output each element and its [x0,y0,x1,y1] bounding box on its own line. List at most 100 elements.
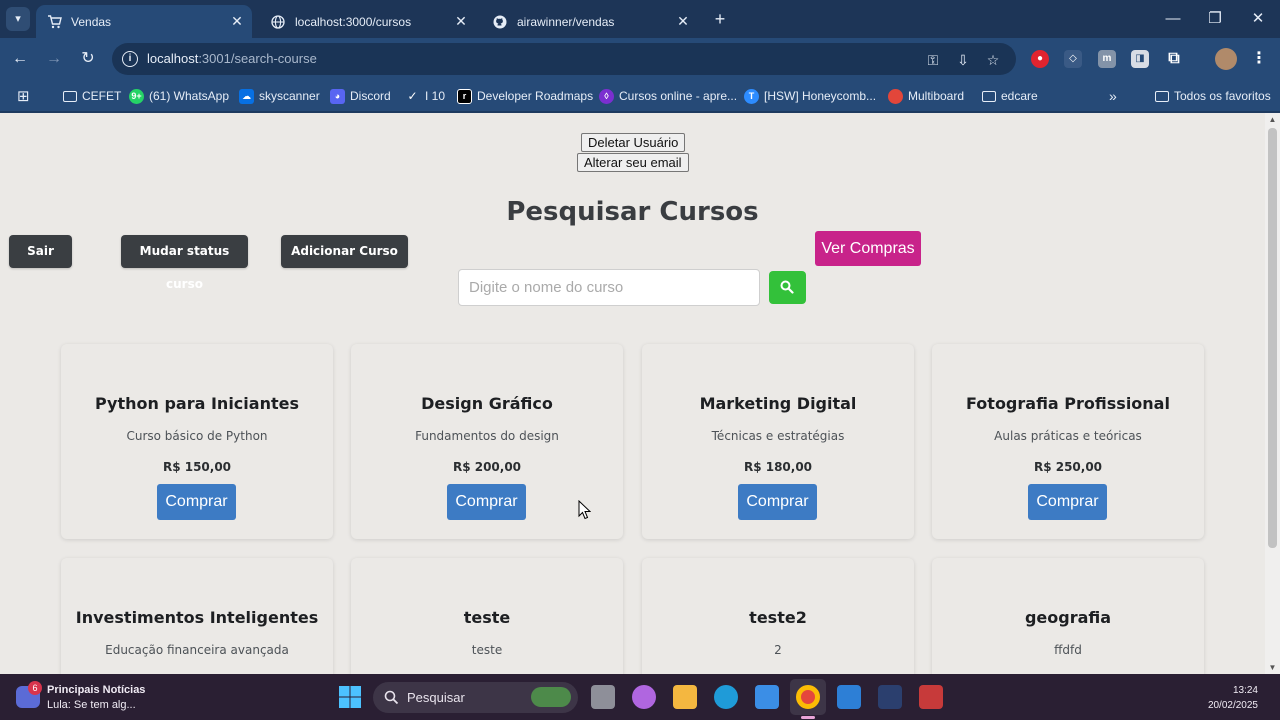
system-clock[interactable]: 13:24 20/02/2025 [1208,683,1258,713]
task-view-icon[interactable] [591,685,615,709]
course-card: teste teste [351,558,623,674]
apps-grid-icon[interactable]: ⊞ [17,87,30,105]
folder-icon [981,89,996,104]
close-icon[interactable]: ✕ [674,13,692,30]
check-icon: ✓ [407,89,418,103]
install-app-icon[interactable]: ⇩ [954,51,972,69]
course-title: geografia [1024,608,1112,627]
scrollbar-thumb[interactable] [1268,128,1277,548]
search-highlight-icon [531,687,571,707]
reload-icon[interactable]: ↻ [76,47,100,71]
bookmark-cefet[interactable]: CEFET [62,87,121,105]
bookmark-honeycomb[interactable]: T [HSW] Honeycomb... [744,87,876,105]
azure-data-studio-icon[interactable] [878,685,902,709]
copilot-icon[interactable] [632,685,656,709]
tab-github-vendas[interactable]: airawinner/vendas ✕ [482,5,698,38]
course-card: Marketing Digital Técnicas e estratégias… [642,344,914,539]
close-window-button[interactable]: ✕ [1243,6,1273,32]
back-icon[interactable]: ← [8,47,32,71]
scroll-up-icon[interactable]: ▲ [1265,115,1280,124]
new-tab-button[interactable]: + [709,8,731,30]
buy-button[interactable]: Comprar [157,484,236,520]
news-badge: 6 [28,681,42,695]
logout-button[interactable]: Sair [9,235,72,268]
skyscanner-icon: ☁ [239,88,254,104]
news-text: Lula: Se tem alg... [47,699,136,711]
buy-button[interactable]: Comprar [738,484,817,520]
store-icon[interactable] [755,685,779,709]
forward-icon[interactable]: → [42,47,66,71]
buy-button[interactable]: Comprar [447,484,526,520]
bookmarks-bar: ⊞ CEFET 9+ (61) WhatsApp ☁ skyscanner ◕ … [0,80,1280,112]
file-explorer-icon[interactable] [673,685,697,709]
tab-localhost-cursos[interactable]: localhost:3000/cursos ✕ [260,5,476,38]
tab-title: airawinner/vendas [517,14,615,29]
bookmark-whatsapp[interactable]: 9+ (61) WhatsApp [129,87,229,105]
bookmark-cursos-online[interactable]: ◊ Cursos online - apre... [599,87,737,105]
bookmark-i10[interactable]: ✓ I 10 [405,87,445,105]
search-button[interactable] [769,271,806,304]
close-icon[interactable]: ✕ [228,13,246,30]
close-icon[interactable]: ✕ [452,13,470,30]
bookmark-discord[interactable]: ◕ Discord [330,87,391,105]
windows-start-icon[interactable] [338,685,362,709]
bookmark-edcare[interactable]: edcare [981,87,1038,105]
buy-button[interactable]: Comprar [1028,484,1107,520]
key-icon[interactable]: ⚿ [924,51,942,69]
course-description: Técnicas e estratégias [711,429,845,443]
course-card: Python para Iniciantes Curso básico de P… [61,344,333,539]
course-title: Investimentos Inteligentes [75,608,319,627]
search-input[interactable]: Digite o nome do curso [458,269,760,306]
taskbar-search[interactable]: Pesquisar [373,682,578,713]
course-title: teste [463,608,511,627]
course-title: Python para Iniciantes [95,394,299,413]
tab-vendas[interactable]: Vendas ✕ [36,5,252,38]
more-menu-icon[interactable]: ⋮ [1250,50,1268,68]
scroll-down-icon[interactable]: ▼ [1265,663,1280,672]
delete-user-button[interactable]: Deletar Usuário [581,133,686,152]
site-info-icon[interactable]: i [122,51,138,67]
profile-avatar[interactable] [1215,48,1237,70]
all-bookmarks[interactable]: Todos os favoritos [1154,87,1271,105]
more-bookmarks-icon[interactable]: » [1109,87,1117,105]
course-description: 2 [774,643,782,657]
page-scrollbar[interactable]: ▲ ▼ [1265,113,1280,674]
course-title: Marketing Digital [699,394,857,413]
shield-extension-icon[interactable]: ◇ [1064,50,1082,68]
vscode-icon[interactable] [837,685,861,709]
github-icon [492,14,508,30]
tab-search-button[interactable]: ▾ [6,7,30,31]
change-email-button[interactable]: Alterar seu email [577,153,689,172]
change-status-button[interactable]: Mudar status curso [121,235,248,291]
chrome-icon[interactable] [796,685,820,709]
mouse-cursor-icon [578,500,591,520]
add-course-button[interactable]: Adicionar Curso [281,235,408,268]
courses-icon: ◊ [599,88,614,104]
view-purchases-button[interactable]: Ver Compras [815,231,921,266]
course-description: Aulas práticas e teóricas [994,429,1142,443]
course-description: Fundamentos do design [415,429,559,443]
bitwarden-icon[interactable]: ◨ [1131,50,1149,68]
whatsapp-icon: 9+ [129,88,144,104]
extension-red-icon[interactable]: ● [1031,50,1049,68]
bookmark-multiboard[interactable]: Multiboard [888,87,964,105]
globe-icon [270,14,286,30]
course-description: Educação financeira avançada [105,643,289,657]
minimize-button[interactable]: — [1158,6,1188,32]
edge-icon[interactable] [714,685,738,709]
address-bar[interactable]: i localhost:3001/search-course ⚿ ⇩ ☆ [112,43,1016,75]
bookmark-developer-roadmaps[interactable]: r Developer Roadmaps [457,87,593,105]
bookmark-star-icon[interactable]: ☆ [984,51,1002,69]
m-extension-icon[interactable]: m [1098,50,1116,68]
extensions-puzzle-icon[interactable]: ⧉ [1165,50,1183,68]
course-title: teste2 [749,608,807,627]
tab-title: Vendas [71,14,112,29]
bookmark-skyscanner[interactable]: ☁ skyscanner [239,87,320,105]
snipping-tool-icon[interactable] [919,685,943,709]
clock-date: 20/02/2025 [1207,700,1258,711]
course-price: R$ 180,00 [743,460,813,474]
course-title: Fotografia Profissional [966,394,1170,413]
course-price: R$ 250,00 [1033,460,1103,474]
restore-button[interactable]: ❐ [1200,6,1230,32]
tab-title: localhost:3000/cursos [295,14,412,29]
